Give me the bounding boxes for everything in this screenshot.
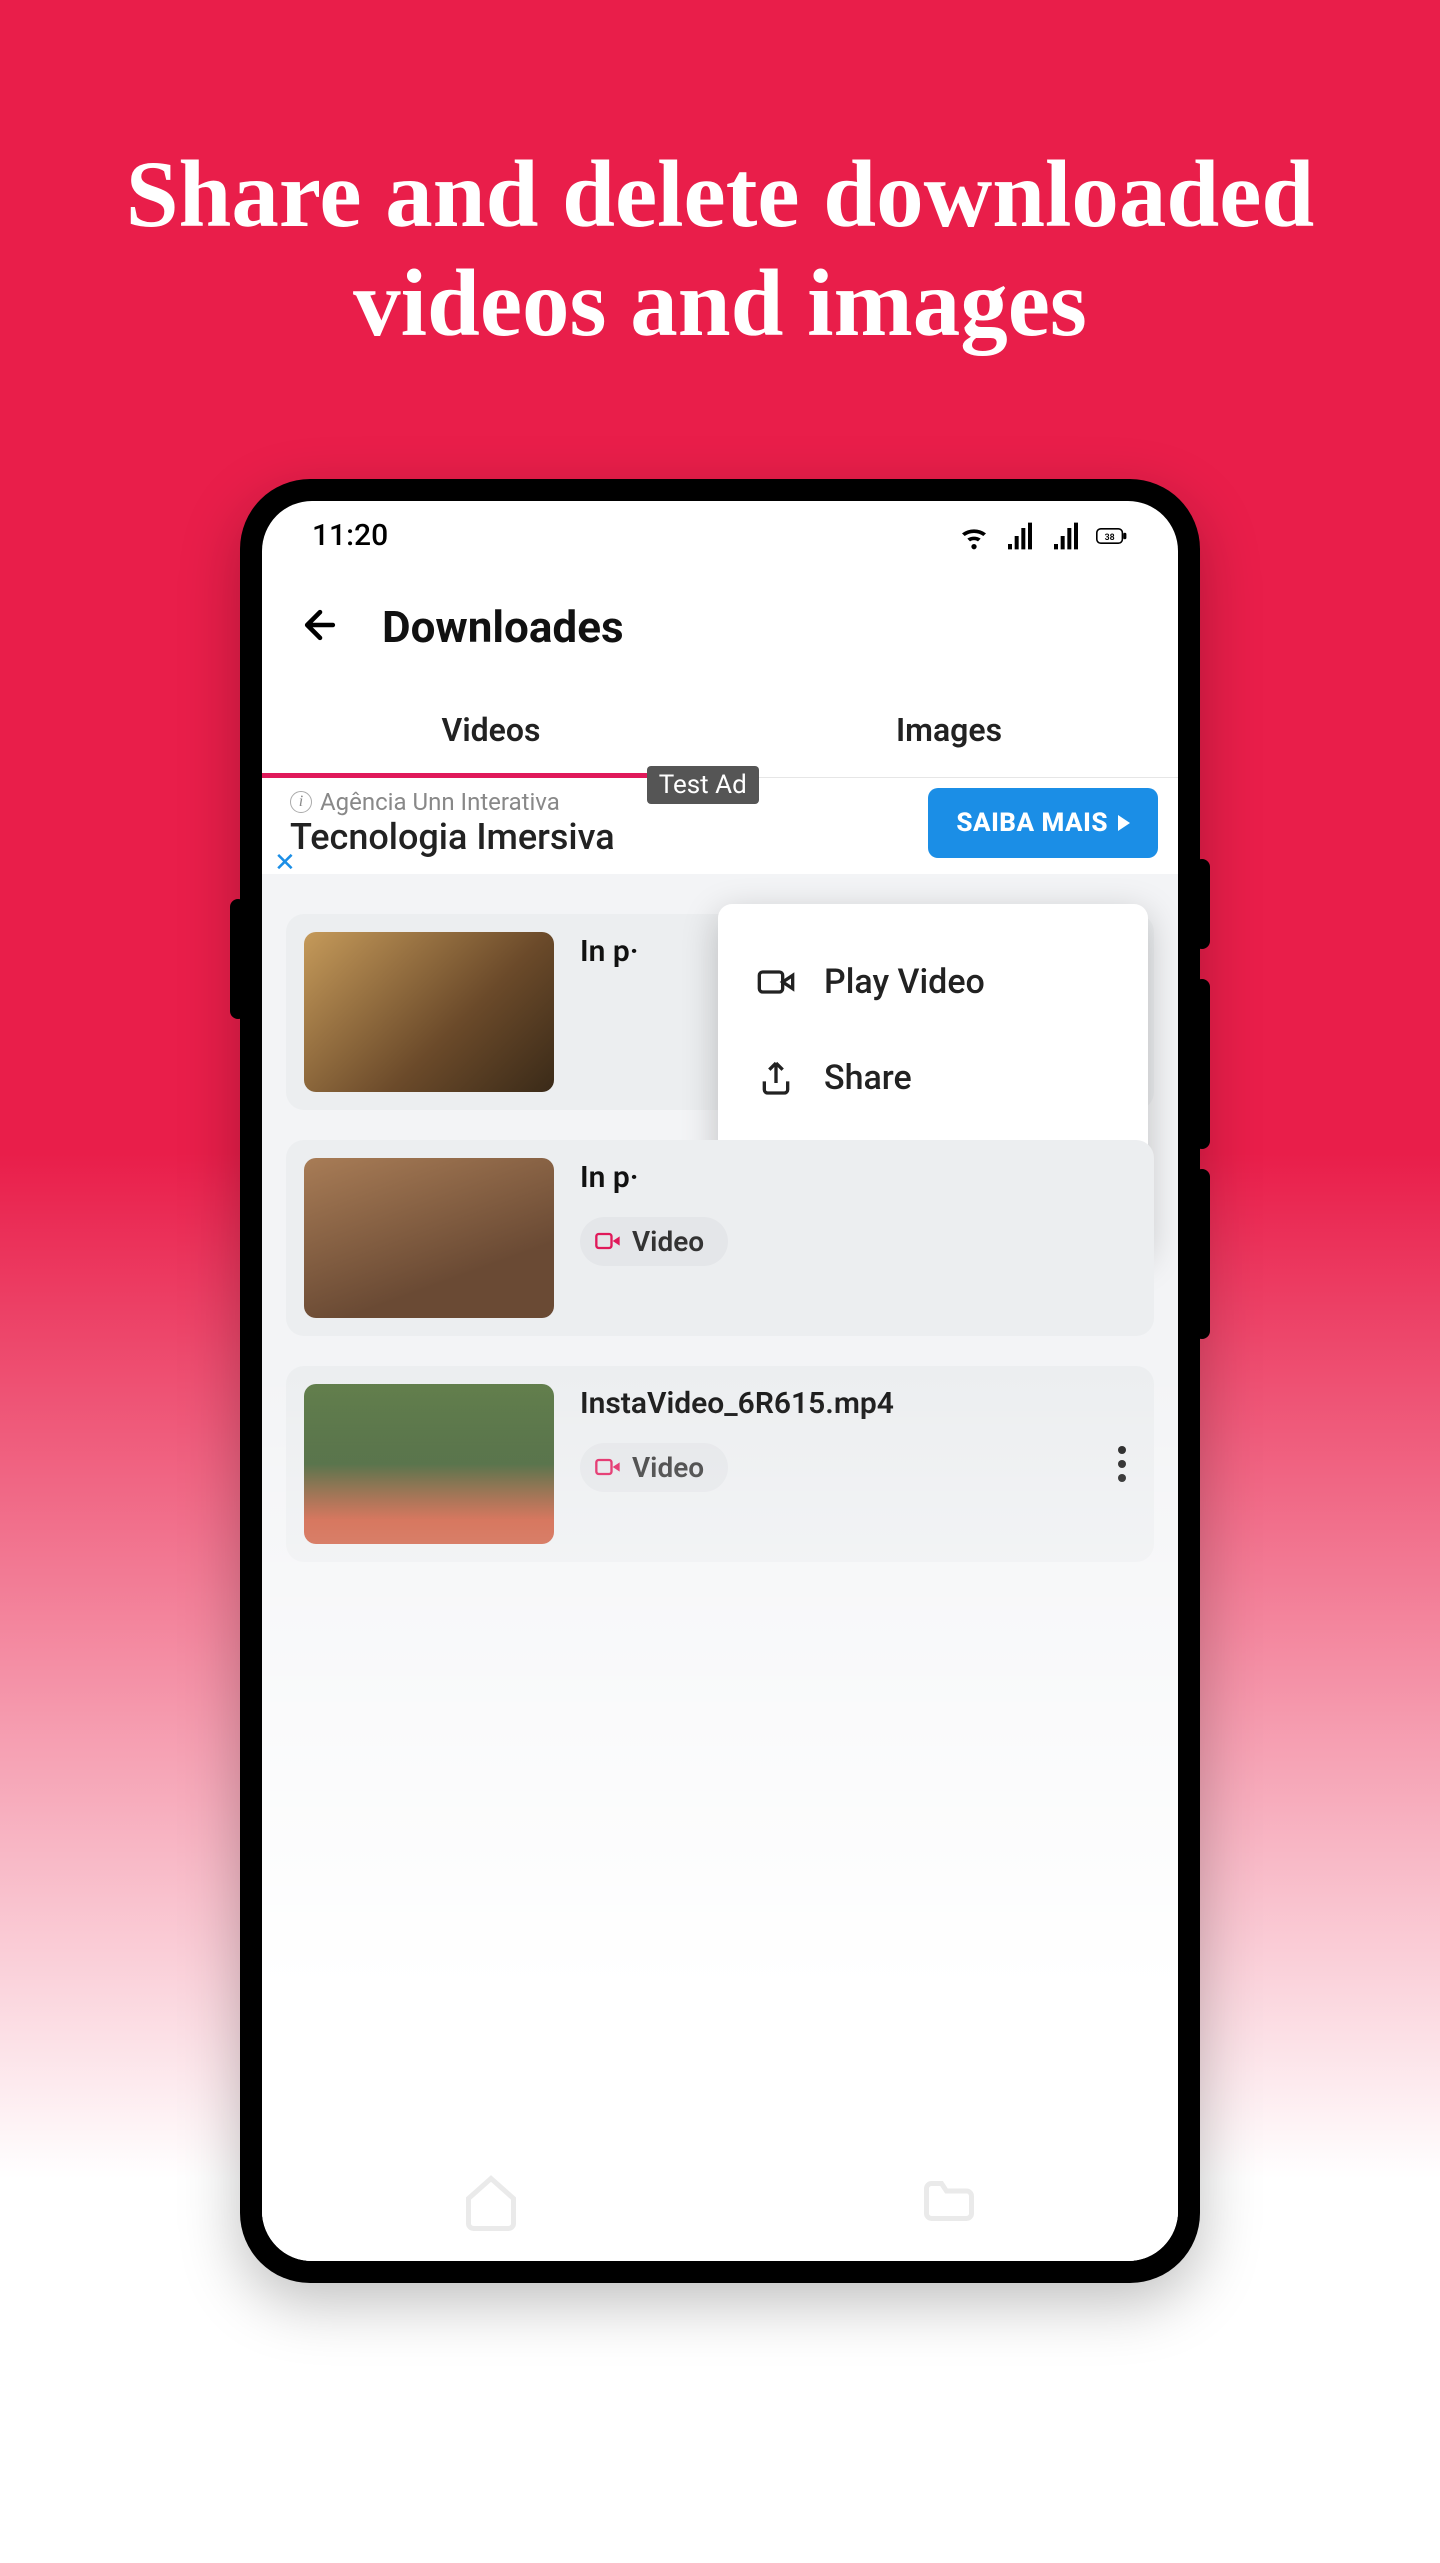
bottom-nav [262,2141,1178,2261]
ad-test-badge: Test Ad [647,766,759,804]
signal-icon [1050,520,1082,552]
status-time: 11:20 [312,518,388,553]
arrow-left-icon [298,603,342,647]
ad-banner[interactable]: Test Ad ✕ i Agência Unn Interativa Tecno… [262,778,1178,874]
ad-advertiser: i Agência Unn Interativa [290,788,916,816]
hero-title: Share and delete downloaded videos and i… [0,0,1440,419]
type-chip: Video [580,1443,728,1492]
share-icon [756,1058,796,1098]
battery-icon: 38 [1096,520,1128,552]
video-thumbnail [304,1158,554,1318]
tab-images[interactable]: Images [720,683,1178,777]
back-button[interactable] [298,603,342,651]
more-button[interactable] [1118,1446,1126,1482]
video-icon [594,1453,622,1481]
video-thumbnail [304,1384,554,1544]
status-bar: 11:20 38 [262,501,1178,571]
folder-icon[interactable] [919,2171,979,2231]
downloads-list: In p· Play Video Share Delete [262,874,1178,2261]
phone-screen: 11:20 38 Downloades Videos Images Test A… [262,501,1178,2261]
list-item[interactable]: In p· Play Video Share Delete [286,914,1154,1110]
tabs: Videos Images [262,683,1178,778]
chip-label: Video [632,1225,704,1258]
type-chip: Video [580,1217,728,1266]
menu-share-label: Share [824,1058,912,1098]
video-icon [594,1227,622,1255]
signal-icon [1004,520,1036,552]
video-thumbnail [304,932,554,1092]
phone-button-left [230,899,246,1019]
list-item[interactable]: In p· Video [286,1140,1154,1336]
phone-frame: 11:20 38 Downloades Videos Images Test A… [240,479,1200,2283]
ad-advertiser-label: Agência Unn Interativa [320,788,560,816]
svg-text:38: 38 [1105,533,1115,543]
menu-play-video[interactable]: Play Video [728,934,1138,1030]
item-title: InstaVideo_6R615.mp4 [580,1384,1136,1423]
ad-cta-button[interactable]: SAIBA MAIS [928,788,1158,858]
play-icon [1118,815,1130,831]
app-bar: Downloades [262,571,1178,683]
ad-cta-label: SAIBA MAIS [956,808,1108,838]
wifi-icon [958,520,990,552]
menu-play-label: Play Video [824,962,985,1002]
info-icon: i [290,791,312,813]
phone-button-right [1194,859,1210,949]
video-icon [756,962,796,1002]
menu-share[interactable]: Share [728,1030,1138,1126]
phone-button-right [1194,979,1210,1149]
ad-headline: Tecnologia Imersiva [290,816,916,858]
page-title: Downloades [382,601,624,653]
home-icon[interactable] [461,2171,521,2231]
status-icons: 38 [958,520,1128,552]
item-title: In p· [580,1158,1136,1197]
phone-button-right [1194,1169,1210,1339]
chip-label: Video [632,1451,704,1484]
tab-videos[interactable]: Videos [262,683,720,777]
ad-text: i Agência Unn Interativa Tecnologia Imer… [290,788,916,858]
list-item[interactable]: InstaVideo_6R615.mp4 Video [286,1366,1154,1562]
